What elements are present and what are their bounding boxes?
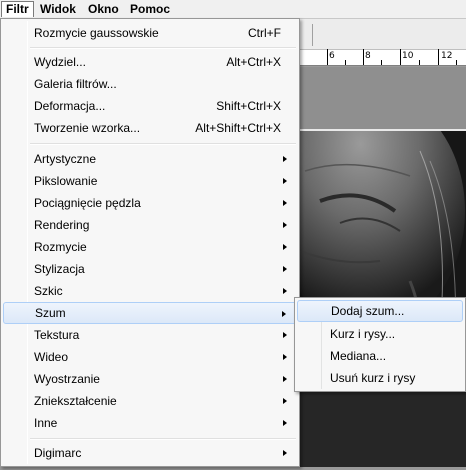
ruler-label: 10 <box>402 51 414 61</box>
noise-submenu: Dodaj szum... Kurz i rysy... Mediana... … <box>294 297 466 392</box>
menu-item-stylize[interactable]: Stylizacja <box>3 258 297 280</box>
menu-separator <box>30 47 296 49</box>
menu-item-shortcut: Shift+Ctrl+X <box>216 99 281 113</box>
menu-item-label: Pociągnięcie pędzla <box>34 196 141 210</box>
submenu-arrow-icon <box>283 376 287 382</box>
menu-item-shortcut: Alt+Ctrl+X <box>226 55 281 69</box>
menu-item-digimarc[interactable]: Digimarc <box>3 442 297 464</box>
menu-item-brush-strokes[interactable]: Pociągnięcie pędzla <box>3 192 297 214</box>
menu-item-liquify[interactable]: Deformacja... Shift+Ctrl+X <box>3 95 297 117</box>
submenu-arrow-icon <box>283 288 287 294</box>
menu-item-gaussian-blur[interactable]: Rozmycie gaussowskie Ctrl+F <box>3 22 297 44</box>
menu-item-shortcut: Alt+Shift+Ctrl+X <box>195 121 281 135</box>
menu-item-label: Zniekształcenie <box>34 394 117 408</box>
menu-item-noise[interactable]: Szum <box>3 302 297 324</box>
menu-item-label: Szum <box>35 306 66 320</box>
submenu-arrow-icon <box>283 222 287 228</box>
menu-item-label: Artystyczne <box>34 152 97 166</box>
menu-item-label: Rozmycie gaussowskie <box>34 26 159 40</box>
options-toolbar <box>300 19 466 50</box>
menu-item-label: Rozmycie <box>34 240 87 254</box>
menu-separator <box>30 438 296 440</box>
ruler-tick <box>345 60 346 65</box>
submenu-arrow-icon <box>283 178 287 184</box>
menu-item-label: Wideo <box>34 350 69 364</box>
menu-item-label: Rendering <box>34 218 90 232</box>
submenu-arrow-icon <box>283 156 287 162</box>
submenu-arrow-icon <box>283 420 287 426</box>
submenu-arrow-icon <box>283 244 287 250</box>
menu-item-label: Szkic <box>34 284 63 298</box>
ruler-tick <box>456 60 457 65</box>
menu-widok[interactable]: Widok <box>36 1 80 17</box>
menu-separator <box>30 143 296 145</box>
menu-item-other[interactable]: Inne <box>3 412 297 434</box>
canvas-background <box>300 67 466 129</box>
ruler-tick <box>400 49 401 65</box>
menu-item-label: Wydziel... <box>34 55 86 69</box>
submenu-arrow-icon <box>283 266 287 272</box>
menu-item-label: Wyostrzanie <box>34 372 100 386</box>
menu-item-label: Stylizacja <box>34 262 85 276</box>
ruler-label: 6 <box>329 51 335 61</box>
submenu-arrow-icon <box>283 200 287 206</box>
menu-item-label: Tekstura <box>34 328 80 342</box>
menu-filtr[interactable]: Filtr <box>1 1 34 17</box>
menu-item-texture[interactable]: Tekstura <box>3 324 297 346</box>
submenu-arrow-icon <box>282 311 286 317</box>
ruler-label: 8 <box>365 51 371 61</box>
submenu-item-remove-dust-scratches[interactable]: Usuń kurz i rysy <box>297 367 463 389</box>
menu-item-pattern-maker[interactable]: Tworzenie wzorka... Alt+Shift+Ctrl+X <box>3 117 297 139</box>
horizontal-ruler: 6 8 10 12 <box>300 49 466 66</box>
menu-item-label: Inne <box>34 416 58 430</box>
ruler-tick <box>363 49 364 65</box>
menu-item-extract[interactable]: Wydziel... Alt+Ctrl+X <box>3 51 297 73</box>
menu-pomoc[interactable]: Pomoc <box>126 1 174 17</box>
menu-item-shortcut: Ctrl+F <box>248 26 281 40</box>
ruler-label: 12 <box>441 51 453 61</box>
ruler-tick <box>419 60 420 65</box>
menu-item-pixelate[interactable]: Pikslowanie <box>3 170 297 192</box>
menu-item-label: Tworzenie wzorka... <box>34 121 141 135</box>
filter-menu: Rozmycie gaussowskie Ctrl+F Wydziel... A… <box>0 18 300 467</box>
ruler-tick <box>438 49 439 65</box>
menu-item-sharpen[interactable]: Wyostrzanie <box>3 368 297 390</box>
menu-item-video[interactable]: Wideo <box>3 346 297 368</box>
menu-item-label: Galeria filtrów... <box>34 77 117 91</box>
ruler-tick <box>327 49 328 65</box>
ruler-tick <box>381 60 382 65</box>
submenu-item-median[interactable]: Mediana... <box>297 345 463 367</box>
menu-item-label: Pikslowanie <box>34 174 98 188</box>
submenu-item-add-noise[interactable]: Dodaj szum... <box>297 300 463 322</box>
menu-item-blur[interactable]: Rozmycie <box>3 236 297 258</box>
menu-bar: Filtr Widok Okno Pomoc <box>0 0 466 19</box>
menu-item-artistic[interactable]: Artystyczne <box>3 148 297 170</box>
submenu-arrow-icon <box>283 332 287 338</box>
submenu-arrow-icon <box>283 398 287 404</box>
menu-okno[interactable]: Okno <box>84 1 123 17</box>
menu-item-label: Digimarc <box>34 446 82 460</box>
menu-item-sketch[interactable]: Szkic <box>3 280 297 302</box>
toolbar-separator <box>312 24 313 46</box>
submenu-item-dust-scratches[interactable]: Kurz i rysy... <box>297 323 463 345</box>
menu-item-label: Deformacja... <box>34 99 106 113</box>
menu-item-filter-gallery[interactable]: Galeria filtrów... <box>3 73 297 95</box>
submenu-arrow-icon <box>283 450 287 456</box>
menu-item-render[interactable]: Rendering <box>3 214 297 236</box>
menu-item-distort[interactable]: Zniekształcenie <box>3 390 297 412</box>
submenu-arrow-icon <box>283 354 287 360</box>
